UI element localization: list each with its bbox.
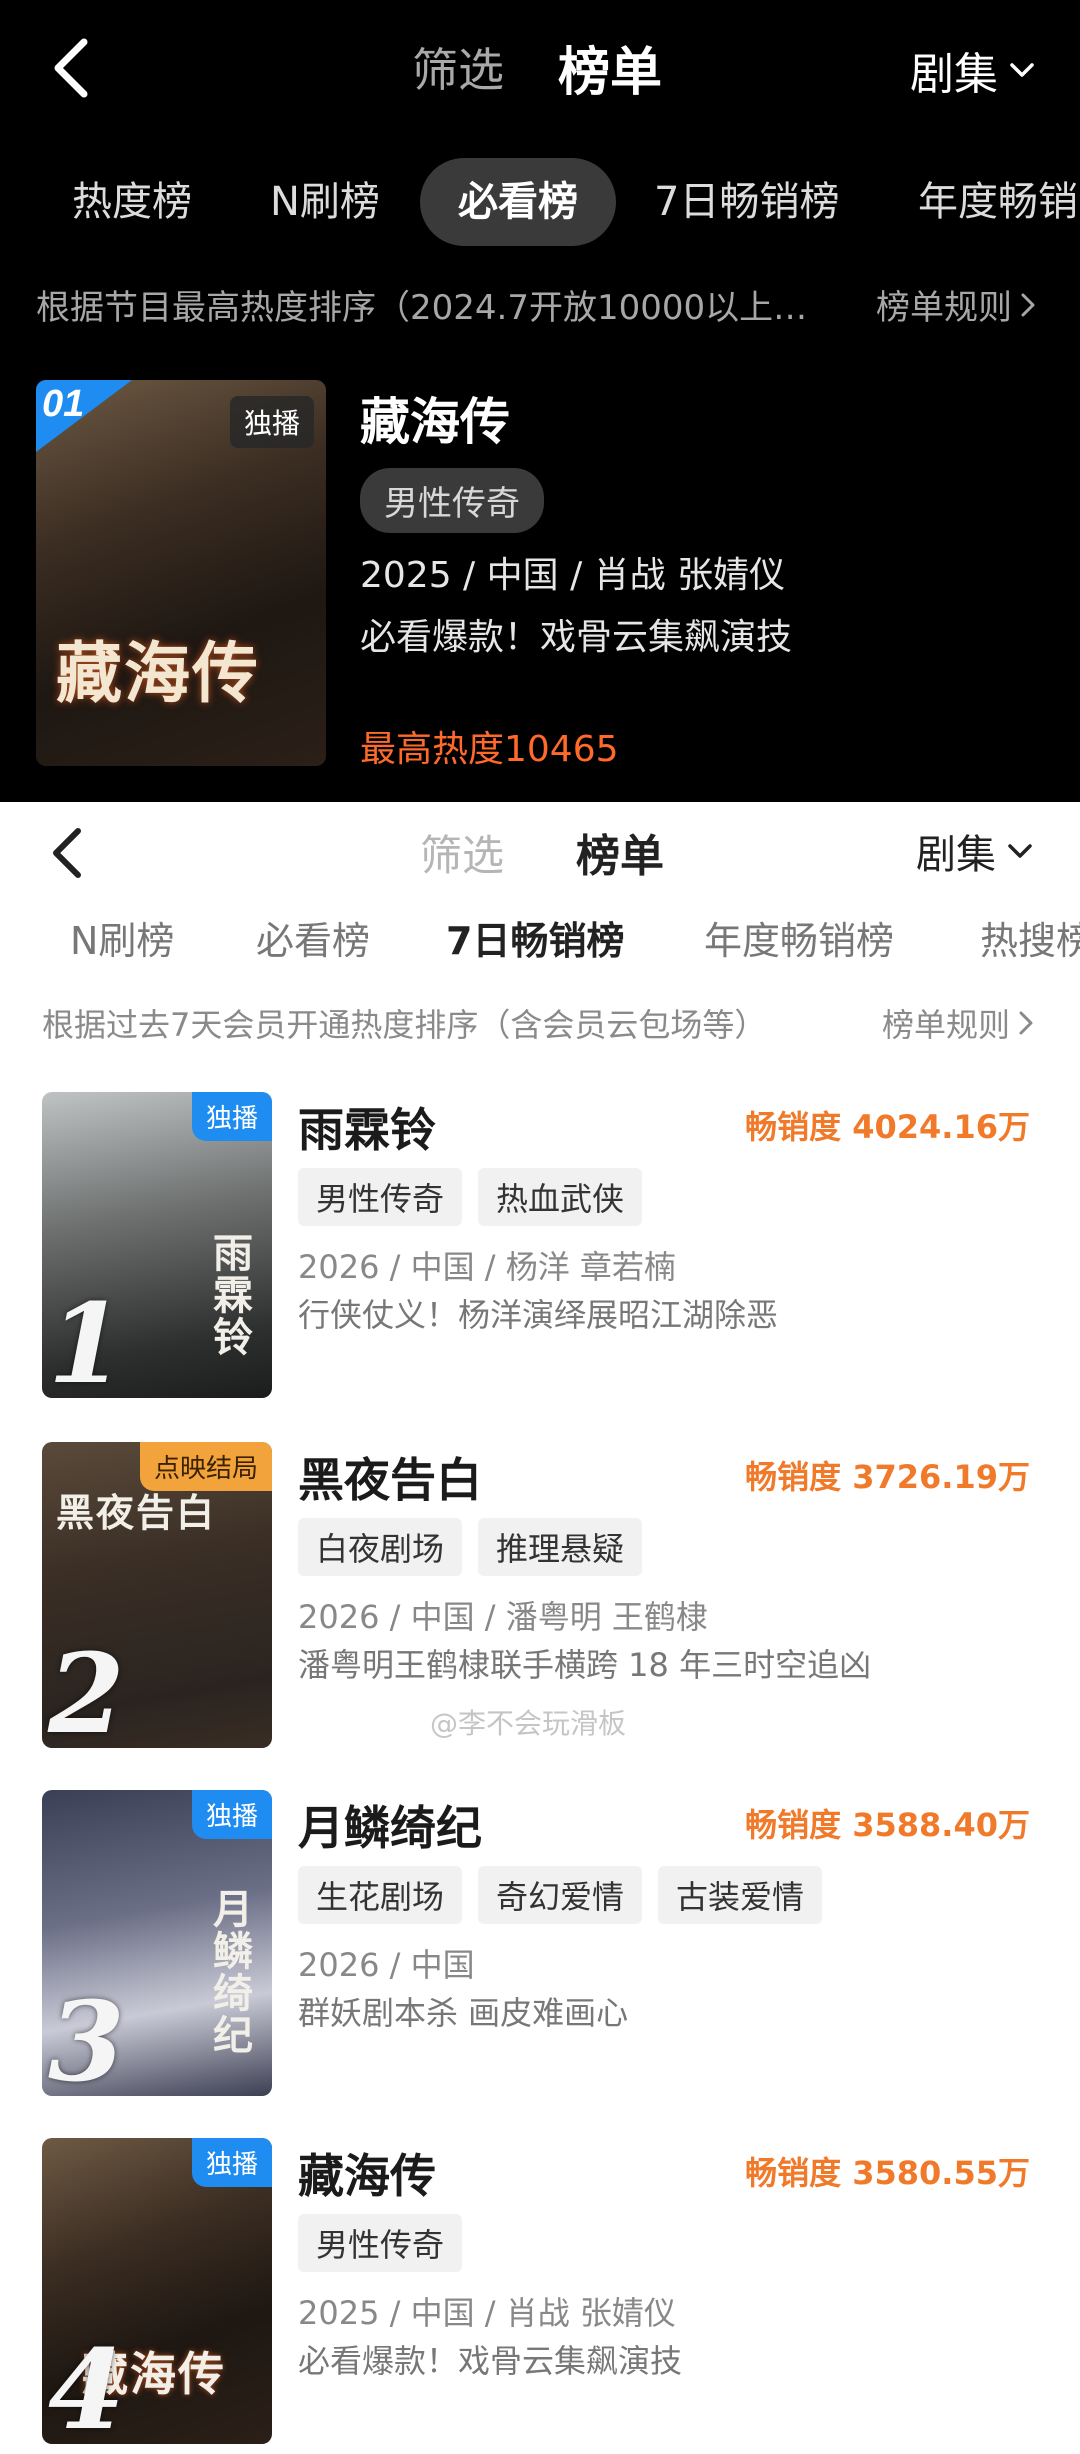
show-meta: 2026 / 中国 / 潘粤明 王鹤棣 [298, 1598, 708, 1636]
genre-tag[interactable]: 男性传奇 [298, 2214, 463, 2272]
chart-tabs: N刷榜 必看榜 7日畅销榜 年度畅销榜 热搜榜 [0, 910, 1080, 970]
rank-number: 4 [48, 2325, 125, 2444]
chart-rules-label: 榜单规则 [881, 1006, 1010, 1044]
genre-tag[interactable]: 白夜剧场 [298, 1518, 463, 1576]
list-item[interactable]: 独播 月鳞绮纪 3 月鳞绮纪 畅销度 3588.40万 生花剧场 奇幻爱情 古装… [0, 1790, 1080, 2106]
show-subtitle: 群妖剧本杀 画皮难画心 [298, 1994, 629, 2032]
chevron-right-icon [1021, 293, 1035, 316]
sales-score: 畅销度 3580.55万 [745, 2154, 1030, 2192]
back-arrow-icon[interactable] [48, 36, 96, 100]
back-arrow-icon[interactable] [48, 826, 88, 880]
rank-number: 01 [42, 383, 84, 425]
light-screenshot: 筛选 榜单 剧集 N刷榜 必看榜 7日畅销榜 年度畅销榜 热搜榜 根据过去7天会… [0, 802, 1080, 2444]
show-subtitle: 行侠仗义！杨洋演绎展昭江湖除恶 [298, 1296, 779, 1334]
rank-tab[interactable]: 榜单 [576, 820, 664, 884]
filter-tab[interactable]: 筛选 [412, 34, 504, 100]
chevron-down-icon [1008, 844, 1032, 858]
chart-rules-link[interactable]: 榜单规则 [876, 280, 1036, 329]
tab-must-watch[interactable]: 必看榜 [420, 158, 616, 246]
show-poster[interactable]: 点映结局 黑夜告白 2 [42, 1442, 272, 1748]
chart-description: 根据过去7天会员开通热度排序（含会员云包场等） [42, 1006, 767, 1044]
tab-must-watch[interactable]: 必看榜 [256, 910, 370, 965]
exclusive-badge: 独播 [191, 2138, 272, 2187]
show-title[interactable]: 藏海传 [298, 2140, 436, 2206]
tab-annual-sales[interactable]: 年度畅销 [918, 158, 1078, 246]
rank-tab[interactable]: 榜单 [558, 30, 662, 105]
exclusive-badge: 独播 [191, 1790, 272, 1839]
genre-tag[interactable]: 推理悬疑 [478, 1518, 643, 1576]
category-dropdown[interactable]: 剧集 [910, 38, 1036, 102]
tag-list: 生花剧场 奇幻爱情 古装爱情 [298, 1866, 823, 1924]
category-label: 剧集 [916, 832, 996, 878]
genre-tag[interactable]: 男性传奇 [298, 1168, 463, 1226]
chart-rules-label: 榜单规则 [876, 288, 1012, 328]
genre-tag[interactable]: 男性传奇 [360, 468, 544, 533]
list-item[interactable]: 独播 藏海传 4 藏海传 畅销度 3580.55万 男性传奇 2025 / 中国… [0, 2138, 1080, 2454]
chevron-right-icon [1019, 1011, 1033, 1035]
show-subtitle: 潘粤明王鹤棣联手横跨 18 年三时空追凶 [298, 1646, 872, 1684]
show-title[interactable]: 黑夜告白 [298, 1444, 482, 1510]
dark-screenshot: 筛选 榜单 剧集 热度榜 N刷榜 必看榜 7日畅销榜 年度畅销 根据节目最高热度… [0, 0, 1080, 802]
rank-number: 1 [48, 1279, 125, 1398]
category-label: 剧集 [910, 49, 998, 100]
show-meta: 2026 / 中国 / 杨洋 章若楠 [298, 1248, 676, 1286]
chart-tabs: 热度榜 N刷榜 必看榜 7日畅销榜 年度畅销 [0, 158, 1080, 246]
featured-poster[interactable]: 01 独播 藏海传 [36, 380, 326, 766]
genre-tag[interactable]: 古装爱情 [658, 1866, 823, 1924]
chart-description: 根据节目最高热度排序（2024.7开放10000以上… [36, 288, 808, 328]
genre-tag[interactable]: 热血武侠 [478, 1168, 643, 1226]
rank-number: 3 [48, 1977, 125, 2096]
tag-list: 男性传奇 热血武侠 [298, 1168, 643, 1226]
max-heat: 最高热度10465 [360, 729, 619, 770]
tag-list: 男性传奇 [298, 2214, 463, 2272]
featured-title[interactable]: 藏海传 [360, 382, 510, 454]
rank-badge: 01 [36, 380, 132, 452]
tag-list: 白夜剧场 推理悬疑 [298, 1518, 643, 1576]
list-item[interactable]: 独播 雨霖铃 1 雨霖铃 畅销度 4024.16万 男性传奇 热血武侠 2026… [0, 1092, 1080, 1408]
poster-title-art: 月鳞绮纪 [206, 1888, 253, 2056]
exclusive-badge: 独播 [229, 396, 314, 448]
show-poster[interactable]: 独播 雨霖铃 1 [42, 1092, 272, 1398]
top-nav: 筛选 榜单 剧集 [0, 0, 1080, 140]
show-poster[interactable]: 独播 月鳞绮纪 3 [42, 1790, 272, 2096]
exclusive-badge: 独播 [191, 1092, 272, 1141]
genre-tag[interactable]: 生花剧场 [298, 1866, 463, 1924]
rank-number: 2 [48, 1629, 125, 1748]
poster-title-art: 黑夜告白 [56, 1490, 217, 1535]
sales-score: 畅销度 4024.16万 [745, 1108, 1030, 1146]
chevron-down-icon [1010, 63, 1034, 77]
show-poster[interactable]: 独播 藏海传 4 [42, 2138, 272, 2444]
filter-tab[interactable]: 筛选 [420, 822, 504, 883]
poster-title-art: 雨霖铃 [206, 1232, 253, 1358]
tab-n-rewatch[interactable]: N刷榜 [70, 910, 174, 965]
sales-score: 畅销度 3588.40万 [745, 1806, 1030, 1844]
category-dropdown[interactable]: 剧集 [916, 822, 1034, 880]
featured-meta: 2025 / 中国 / 肖战 张婧仪 [360, 555, 786, 596]
tab-n-rewatch[interactable]: N刷榜 [270, 158, 380, 246]
genre-tag[interactable]: 奇幻爱情 [478, 1866, 643, 1924]
show-title[interactable]: 雨霖铃 [298, 1094, 436, 1160]
show-title[interactable]: 月鳞绮纪 [298, 1792, 482, 1858]
sales-score: 畅销度 3726.19万 [745, 1458, 1030, 1496]
tab-7day-sales[interactable]: 7日畅销榜 [446, 910, 624, 965]
featured-subtitle: 必看爆款！戏骨云集飙演技 [360, 617, 793, 658]
show-meta: 2025 / 中国 / 肖战 张婧仪 [298, 2294, 676, 2332]
tab-hot-search[interactable]: 热搜榜 [980, 910, 1080, 965]
tab-hot[interactable]: 热度榜 [72, 158, 192, 246]
poster-title-art: 藏海传 [56, 634, 260, 712]
show-meta: 2026 / 中国 [298, 1946, 475, 1984]
tab-7day-sales[interactable]: 7日畅销榜 [654, 158, 839, 246]
tab-annual-sales[interactable]: 年度畅销榜 [704, 910, 894, 965]
show-subtitle: 必看爆款！戏骨云集飙演技 [298, 2342, 683, 2380]
chart-rules-link[interactable]: 榜单规则 [882, 1000, 1034, 1046]
watermark-text: @李不会玩滑板 [430, 1707, 627, 1740]
